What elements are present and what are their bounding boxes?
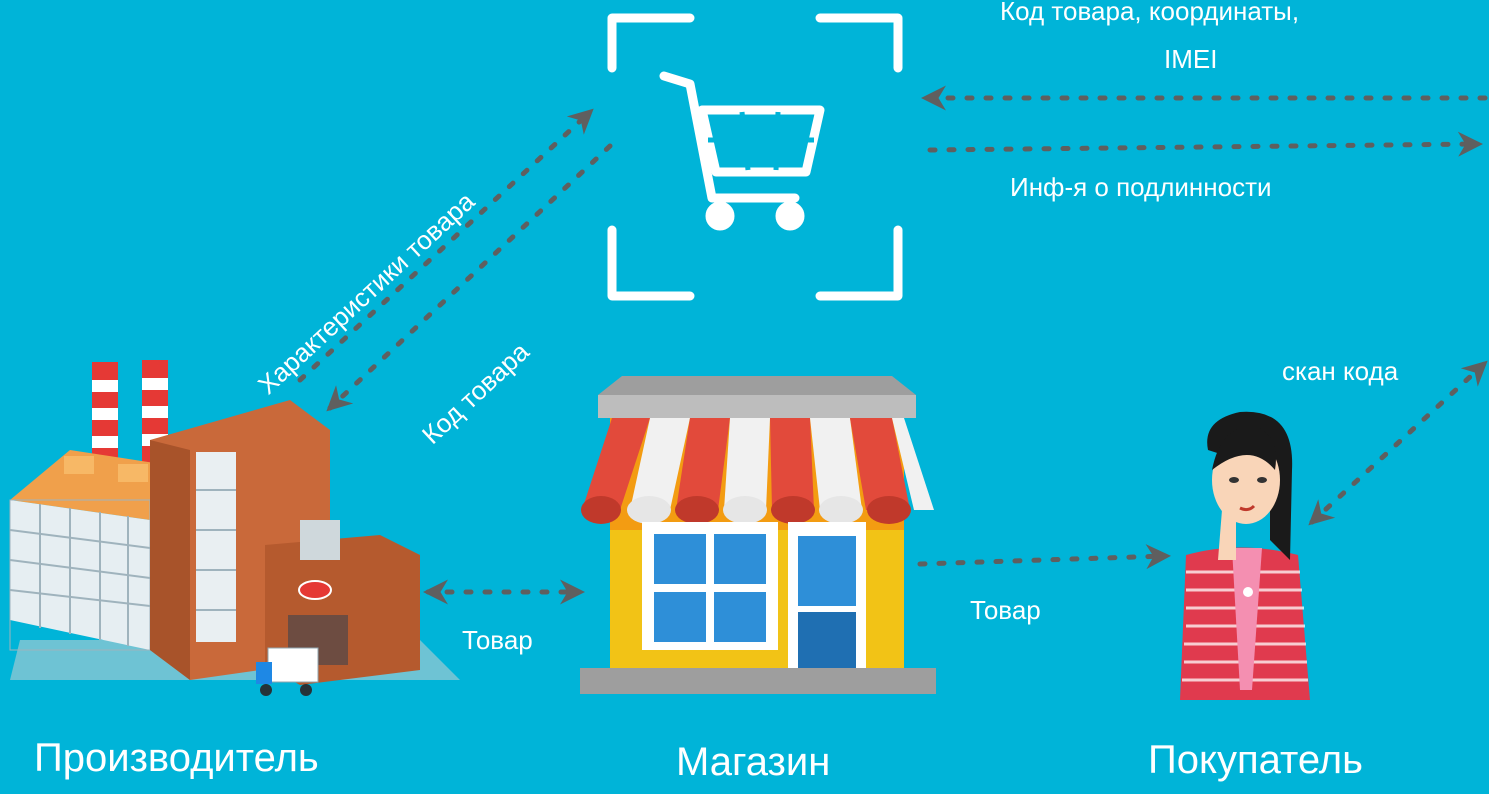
factory-icon — [9, 360, 460, 696]
node-label-manufacturer: Производитель — [34, 736, 319, 780]
arrow-scan-code — [1308, 360, 1488, 526]
storefront-icon — [580, 376, 936, 694]
edge-label-goods-factory-shop: Товар — [462, 625, 533, 655]
node-label-buyer: Покупатель — [1148, 738, 1363, 782]
shopping-cart-scan-icon — [607, 13, 903, 301]
arrow-goods-shop-buyer — [917, 544, 1171, 570]
diagram-canvas — [9, 13, 1488, 700]
edge-label-top-line2: IMEI — [1164, 44, 1218, 74]
edge-label-top-line1: Код товара, координаты, — [1000, 0, 1300, 26]
edge-label-goods-shop-buyer: Товар — [970, 595, 1041, 625]
edge-label-authenticity: Инф-я о подлинности — [1010, 172, 1272, 202]
cart-grid — [708, 111, 814, 171]
node-label-shop: Магазин — [676, 740, 831, 784]
arrow-from-scanner — [927, 131, 1483, 157]
thinking-woman-icon — [1180, 411, 1310, 700]
arrow-characteristics — [297, 108, 594, 383]
edge-label-scan-code: скан кода — [1282, 356, 1399, 386]
